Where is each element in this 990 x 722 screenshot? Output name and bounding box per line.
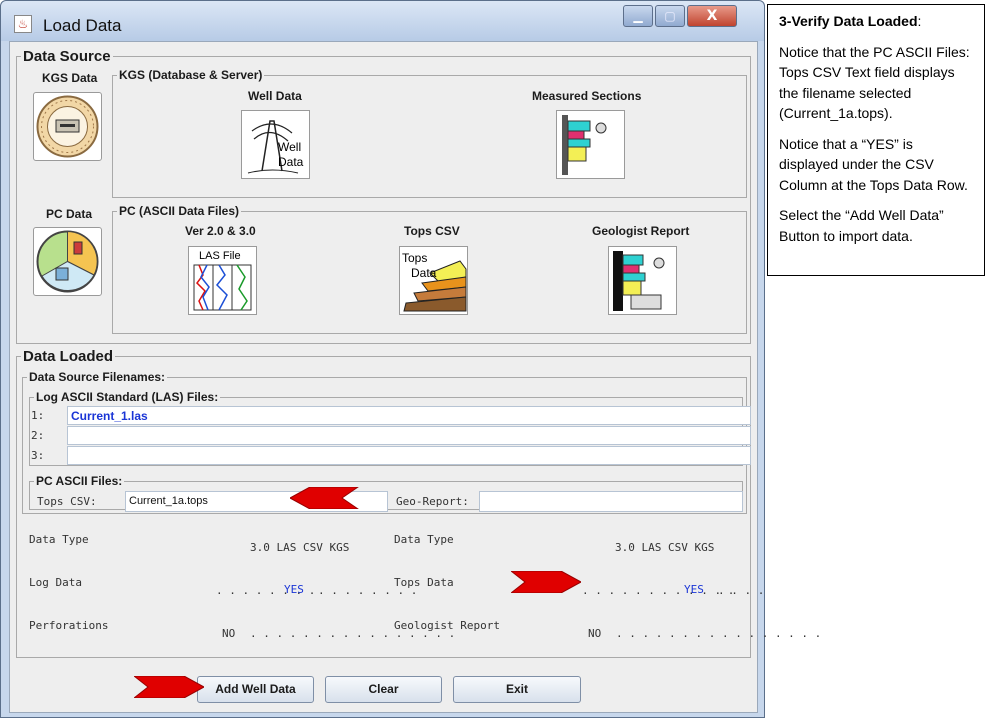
well-icon-text-2: Data [278, 155, 304, 169]
callout-paragraph-3: Select the “Add Well Data” Button to imp… [779, 207, 944, 244]
instruction-callout: 3-Verify Data Loaded: Notice that the PC… [767, 4, 985, 276]
callout-heading-text: 3-Verify Data Loaded [779, 13, 918, 29]
las-file-row-3: 3: [31, 446, 751, 465]
geologist-report-row-label: Geologist Report [394, 619, 500, 632]
kgs-server-legend: KGS (Database & Server) [119, 68, 263, 82]
geologist-report-button[interactable] [608, 246, 677, 315]
geo-report-field[interactable] [479, 491, 743, 512]
callout-paragraph-1: Notice that the PC ASCII Files: Tops CSV… [779, 43, 970, 122]
load-data-window: ♨ Load Data ▁ ▢ X Data Source KGS Data K… [0, 0, 821, 718]
las-file-button[interactable]: LAS File [188, 246, 257, 315]
tops-icon-text-1: Tops [402, 251, 428, 265]
kgs-data-label: KGS Data [42, 71, 98, 85]
perforations-las-status: NO [222, 627, 236, 640]
measured-sections-button[interactable] [556, 110, 625, 179]
left-columns-header: 3.0 LAS CSV KGS [250, 541, 350, 554]
right-columns-header: 3.0 LAS CSV KGS [615, 541, 715, 554]
pc-data-pie-icon [36, 230, 99, 293]
maximize-button[interactable]: ▢ [655, 5, 685, 27]
pc-ascii-legend: PC (ASCII Data Files) [119, 204, 240, 218]
tops-csv-button[interactable]: Tops Data [399, 246, 468, 315]
tops-csv-label: Tops CSV [404, 224, 460, 238]
callout-paragraph-2: Notice that a “YES” is displayed under t… [779, 135, 968, 193]
filenames-legend: Data Source Filenames: [29, 370, 166, 384]
callout-heading: 3-Verify Data Loaded: [779, 11, 974, 32]
tops-csv-field-label: Tops CSV: [37, 495, 97, 508]
las-icon-text: LAS File [199, 250, 241, 262]
pc-data-label: PC Data [46, 207, 93, 221]
window-content: Data Source KGS Data KGS (Database & Ser… [9, 41, 821, 713]
kgs-seal-icon [36, 95, 99, 158]
java-cup-icon: ♨ [14, 15, 32, 33]
arrow-to-tops-data-row-icon [511, 571, 581, 593]
callout-heading-colon: : [917, 13, 922, 29]
left-data-type-header: Data Type [29, 533, 89, 546]
data-loaded-legend: Data Loaded [23, 348, 114, 365]
stratigraphic-column-icon [562, 115, 607, 175]
title-bar[interactable]: ♨ Load Data ▁ ▢ X [1, 1, 764, 41]
log-data-label: Log Data [29, 576, 82, 589]
tops-data-dots: . . . . . . . . . . . . [582, 584, 735, 597]
kgs-server-panel: KGS (Database & Server) [112, 68, 747, 198]
geologist-report-las-status: NO [588, 627, 602, 640]
add-well-data-button[interactable]: Add Well Data [197, 676, 314, 703]
window-title: Load Data [43, 16, 122, 35]
las-file-field-1[interactable]: Current_1.las [67, 406, 751, 425]
measured-sections-label: Measured Sections [532, 89, 642, 103]
pc-ascii-files-legend: PC ASCII Files: [36, 474, 123, 488]
las-version-label: Ver 2.0 & 3.0 [185, 224, 256, 238]
geo-report-field-label: Geo-Report: [396, 495, 469, 508]
tops-data-csv-status: YES [684, 583, 704, 596]
right-data-type-header: Data Type [394, 533, 454, 546]
well-icon-text-1: Well [278, 140, 302, 154]
minimize-button[interactable]: ▁ [623, 5, 653, 27]
geologist-report-column-icon [613, 251, 665, 311]
clear-button[interactable]: Clear [325, 676, 442, 703]
close-button[interactable]: X [687, 5, 737, 27]
geologist-report-label: Geologist Report [592, 224, 690, 238]
las-file-field-2[interactable] [67, 426, 751, 445]
data-source-legend: Data Source [23, 48, 111, 65]
arrow-to-tops-csv-field-icon [290, 487, 359, 509]
geologist-report-dots: . . . . . . . . . . . . . . . . [616, 627, 822, 640]
arrow-to-add-well-data-icon [134, 676, 204, 698]
las-files-legend: Log ASCII Standard (LAS) Files: [36, 390, 219, 404]
las-row-number: 2: [31, 429, 45, 442]
tops-data-kgs-dots: . . . . [718, 584, 765, 597]
kgs-logo-button[interactable] [33, 92, 102, 161]
perforations-label: Perforations [29, 619, 109, 632]
tops-icon-text-2: Data [411, 266, 437, 280]
las-row-number: 1: [31, 409, 45, 422]
tops-data-label: Tops Data [394, 576, 454, 589]
well-data-button[interactable]: Well Data [241, 110, 310, 179]
las-file-row-2: 2: [31, 426, 751, 445]
log-data-csv-status: YES [284, 583, 304, 596]
exit-button[interactable]: Exit [453, 676, 581, 703]
well-data-label: Well Data [248, 89, 302, 103]
las-file-field-3[interactable] [67, 446, 751, 465]
las-row-number: 3: [31, 449, 45, 462]
las-file-row-1: 1: Current_1.las [31, 406, 751, 425]
pc-data-logo-button[interactable] [33, 227, 102, 296]
